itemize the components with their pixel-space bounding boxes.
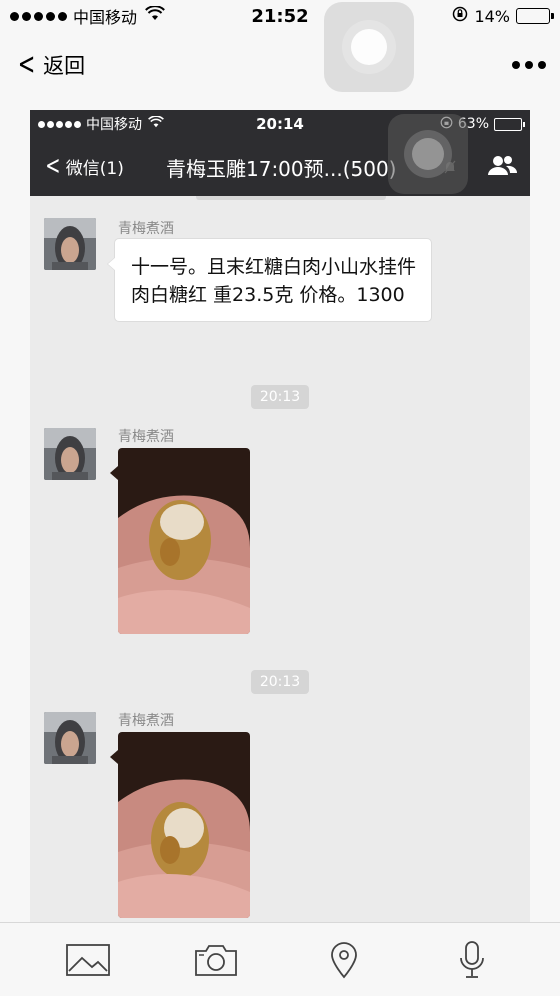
avatar[interactable] — [44, 428, 96, 480]
camera-icon — [195, 944, 237, 976]
chevron-left-icon: < — [17, 47, 36, 82]
back-button[interactable]: < 返回 — [14, 50, 85, 80]
scroll-edge — [196, 196, 386, 200]
image-icon — [66, 943, 110, 976]
group-members-icon — [486, 154, 518, 180]
back-label: 返回 — [43, 54, 86, 78]
image-button[interactable] — [63, 935, 113, 985]
inner-back-label: 微信(1) — [65, 158, 124, 179]
navigation-bar: < 返回 — [0, 40, 560, 90]
location-button[interactable] — [319, 935, 369, 985]
sender-name: 青梅煮酒 — [118, 429, 174, 445]
signal-strength-icon — [10, 11, 67, 21]
timestamp: 20:13 — [251, 385, 309, 409]
sender-name: 青梅煮酒 — [118, 221, 174, 237]
sender-name: 青梅煮酒 — [118, 713, 174, 729]
assistive-touch-button[interactable] — [324, 2, 414, 92]
bubble-tail — [110, 466, 118, 480]
microphone-icon — [460, 940, 484, 978]
more-options-button[interactable] — [512, 61, 546, 69]
voice-button[interactable] — [447, 935, 497, 985]
bottom-toolbar — [0, 922, 560, 996]
battery-icon — [494, 117, 525, 131]
battery-percent: 14% — [474, 6, 510, 26]
assistive-touch-inner — [388, 114, 468, 194]
location-icon — [331, 941, 357, 978]
avatar[interactable] — [44, 218, 96, 270]
jade-pendant-photo[interactable] — [118, 732, 250, 918]
carrier-name: 中国移动 — [73, 8, 138, 27]
bubble-tail — [110, 750, 118, 764]
battery-icon — [516, 8, 554, 24]
wifi-icon — [145, 5, 165, 26]
chat-screenshot[interactable]: 中国移动 20:14 63% < 微信(1) 青梅玉雕17:00预...(500… — [30, 110, 530, 922]
inner-header: 中国移动 20:14 63% < 微信(1) 青梅玉雕17:00预...(500… — [30, 110, 530, 196]
message-bubble[interactable]: 十一号。且末红糖白肉小山水挂件 肉白糖红 重23.5克 价格。1300 — [107, 238, 432, 322]
inner-back-button: < 微信(1) — [42, 151, 124, 181]
jade-pendant-photo[interactable] — [118, 448, 250, 634]
avatar[interactable] — [44, 712, 96, 764]
chat-title: 青梅玉雕17:00预...(500) — [166, 157, 397, 181]
chevron-left-icon: < — [45, 151, 61, 181]
status-bar: 中国移动 21:52 14% — [0, 0, 560, 32]
camera-button[interactable] — [191, 935, 241, 985]
rotation-lock-icon — [452, 6, 468, 26]
timestamp: 20:13 — [251, 670, 309, 694]
